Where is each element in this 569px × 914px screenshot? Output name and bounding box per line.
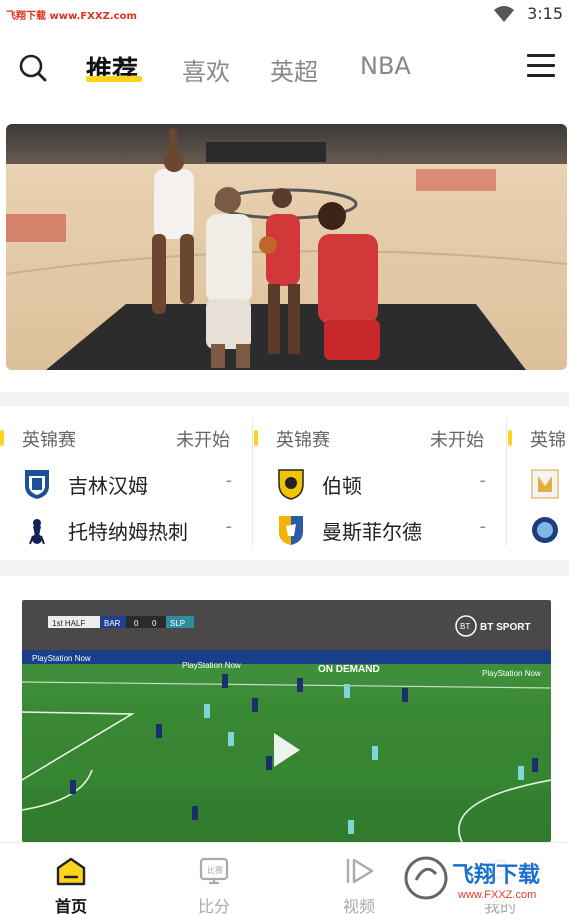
svg-text:www.FXXZ.com: www.FXXZ.com <box>457 889 536 901</box>
section-divider <box>0 560 569 576</box>
team-name: 曼斯菲尔德 <box>322 520 422 544</box>
active-tab-indicator <box>86 76 142 82</box>
league-label: 英锦 <box>530 430 566 451</box>
tottenham-logo-icon <box>29 519 45 545</box>
ad-board-text: PlayStation Now <box>182 661 241 670</box>
ad-board-text: PlayStation Now <box>482 669 541 678</box>
scoreboard-icon-text: 比赛 <box>207 865 223 875</box>
league-label: 英锦赛 <box>276 430 330 451</box>
gillingham-logo-icon <box>25 470 49 499</box>
home-icon <box>56 857 86 886</box>
tab-premier-league[interactable]: 英超 <box>270 52 318 87</box>
mansfield-logo-icon <box>279 516 303 545</box>
match-half-label: 1st HALF <box>52 619 85 628</box>
scoreboard-icon: 比赛 <box>199 857 229 885</box>
status-time: 3:15 <box>527 4 563 23</box>
svg-text:飞翔下载: 飞翔下载 <box>452 862 540 888</box>
match-status: 未开始 <box>430 430 484 451</box>
match-status: 未开始 <box>176 430 230 451</box>
status-bar: 飞翔下载 www.FXXZ.com 3:15 <box>0 0 569 28</box>
video-thumbnail[interactable]: 1st HALF BAR 0 0 SLP BT BT SPORT PlaySta… <box>22 600 551 842</box>
team-score: - <box>225 516 233 537</box>
football-match-frame: 1st HALF BAR 0 0 SLP BT BT SPORT PlaySta… <box>22 600 551 842</box>
wifi-icon <box>494 5 515 22</box>
svg-text:BT: BT <box>460 622 470 631</box>
league-label: 英锦赛 <box>22 430 76 451</box>
match-card[interactable]: 英锦赛 未开始 吉林汉姆 - 托特纳姆热刺 - <box>0 418 244 546</box>
team-score: - <box>479 470 487 491</box>
hero-banner[interactable] <box>6 124 567 370</box>
tab-nba[interactable]: NBA <box>360 52 411 80</box>
match-card[interactable]: 英锦赛 未开始 伯顿 - 曼斯菲尔德 - <box>254 418 498 546</box>
nav-item-video[interactable]: 视频 <box>309 843 409 914</box>
team-row-home: 吉林汉姆 - <box>22 466 232 502</box>
video-play-icon <box>346 858 374 884</box>
nav-item-scores[interactable]: 比赛 比分 <box>164 843 264 914</box>
match-list: 英锦赛 未开始 吉林汉姆 - 托特纳姆热刺 - 英锦赛 未开始 伯顿 - 曼斯菲… <box>0 418 569 552</box>
away-team-code: SLP <box>170 619 185 628</box>
ad-board-text: PlayStation Now <box>32 654 91 663</box>
team-name: 吉林汉姆 <box>68 474 148 498</box>
home-team-score: 0 <box>134 619 139 628</box>
section-divider <box>0 392 569 406</box>
team-name: 托特纳姆热刺 <box>68 520 188 544</box>
hamburger-menu-icon[interactable] <box>527 54 555 80</box>
nav-label: 首页 <box>54 897 87 914</box>
team-name: 伯顿 <box>322 474 362 498</box>
team-row-away: 曼斯菲尔德 - <box>276 512 486 548</box>
site-watermark: 飞翔下载 www.FXXZ.com <box>6 11 137 22</box>
broadcaster-label: BT SPORT <box>480 622 531 633</box>
home-team-code: BAR <box>104 619 121 628</box>
top-navigation: 推荐 喜欢 英超 NBA <box>0 40 569 96</box>
ad-board-text: ON DEMAND <box>318 664 380 675</box>
away-team-score: 0 <box>152 619 157 628</box>
burton-logo-icon <box>278 469 304 500</box>
nav-item-home[interactable]: 首页 <box>21 843 121 914</box>
nav-label: 比分 <box>197 897 230 914</box>
search-icon[interactable] <box>14 50 50 86</box>
wycombe-logo-icon <box>532 517 558 543</box>
team-score: - <box>479 516 487 537</box>
match-card[interactable]: 英锦 <box>508 418 569 546</box>
basketball-game-photo <box>6 124 567 370</box>
team-row-home: 伯顿 - <box>276 466 486 502</box>
nav-label: 视频 <box>342 897 375 914</box>
site-watermark-logo: 飞翔下载 www.FXXZ.com <box>402 852 560 904</box>
team-row-away: 托特纳姆热刺 - <box>22 512 232 548</box>
mk-dons-logo-icon <box>531 469 559 499</box>
tab-favorites[interactable]: 喜欢 <box>182 52 230 87</box>
app-screen: 飞翔下载 www.FXXZ.com 3:15 推荐 喜欢 英超 NBA 英锦赛 … <box>0 0 569 914</box>
team-score: - <box>225 470 233 491</box>
